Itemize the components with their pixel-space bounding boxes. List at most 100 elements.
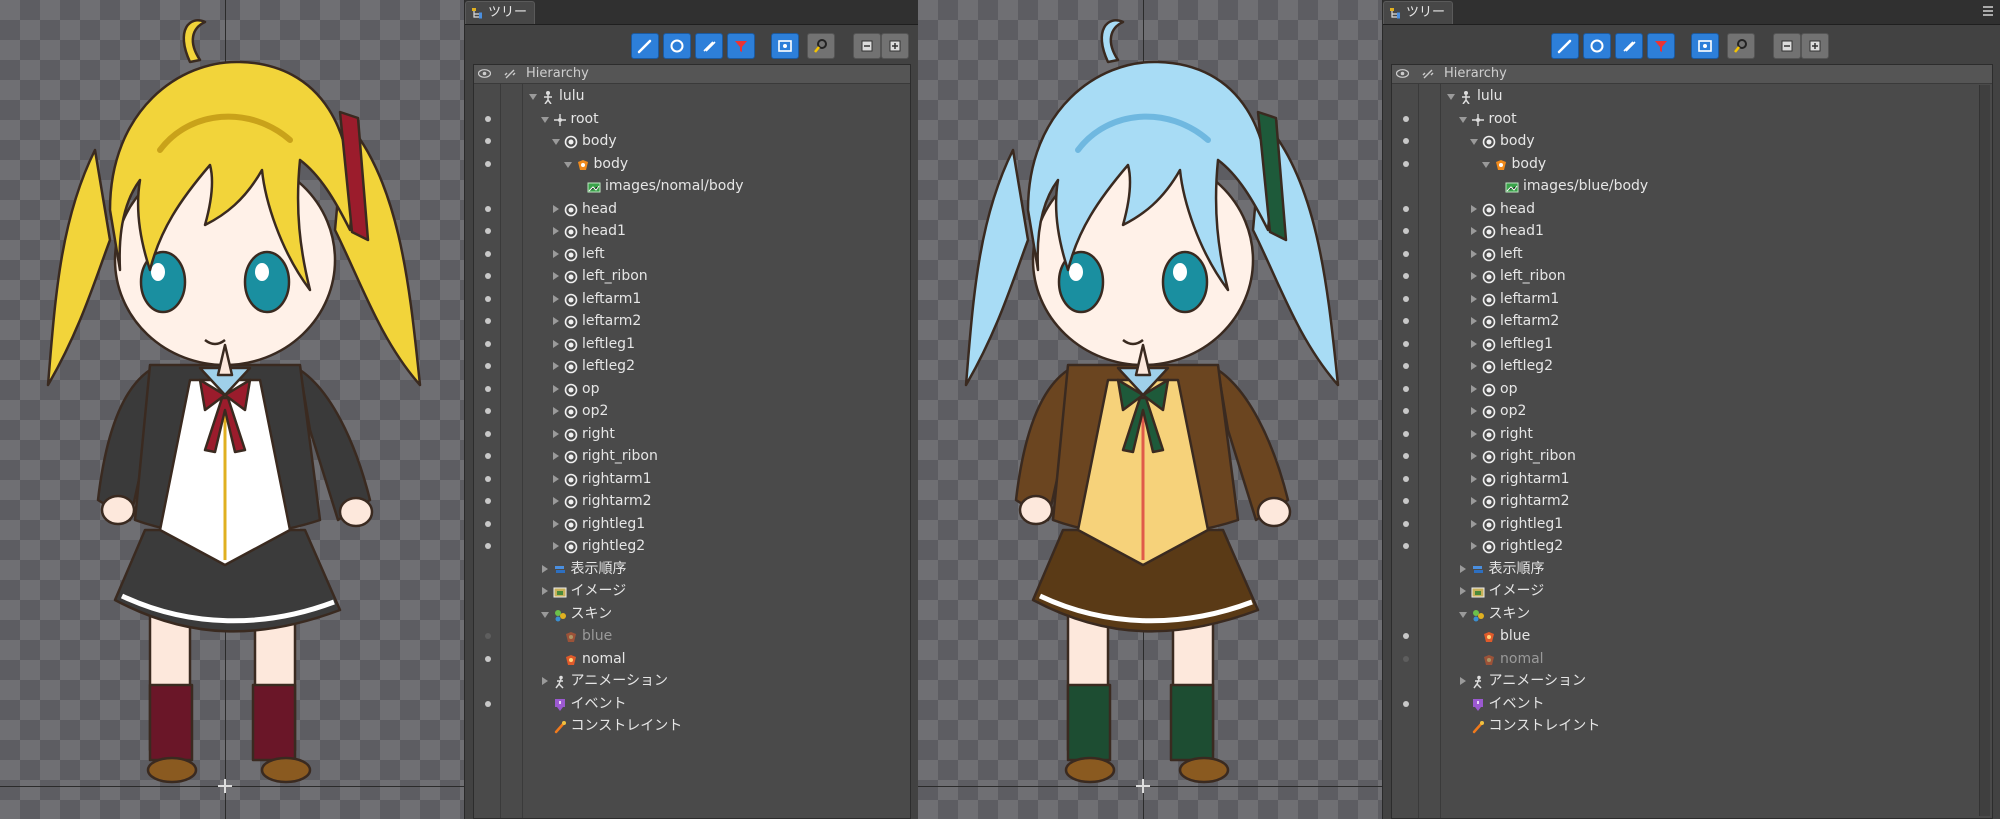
expand-arrow-icon[interactable] xyxy=(553,362,559,370)
tab-tree[interactable]: ツリー xyxy=(1383,1,1453,24)
expand-arrow-icon[interactable] xyxy=(1471,362,1477,370)
hierarchy-tree[interactable]: Hierarchy lulu root body body images/blue/bod… xyxy=(1391,64,1993,819)
tree-row[interactable]: images/nomal/body xyxy=(474,175,910,197)
visibility-dot-icon[interactable] xyxy=(485,655,491,662)
expand-arrow-icon[interactable] xyxy=(1471,519,1477,528)
expand-arrow-icon[interactable] xyxy=(1459,587,1466,595)
expand-arrow-icon[interactable] xyxy=(1471,384,1477,393)
visibility-dot-icon[interactable] xyxy=(485,295,491,302)
filter-button[interactable] xyxy=(727,33,755,59)
visibility-dot-icon[interactable] xyxy=(485,340,491,347)
expand-arrow-icon[interactable] xyxy=(1471,474,1477,483)
visibility-dot-icon[interactable] xyxy=(1403,250,1409,257)
visibility-dot-icon[interactable] xyxy=(485,160,491,167)
tree-row[interactable]: op2 xyxy=(474,400,910,422)
visibility-dot-icon[interactable] xyxy=(485,475,491,482)
visibility-dot-icon[interactable] xyxy=(1403,115,1409,122)
collapse-arrow-icon[interactable] xyxy=(1458,611,1467,618)
visibility-dot-icon[interactable] xyxy=(1403,520,1409,527)
collapse-arrow-icon[interactable] xyxy=(1458,116,1467,123)
expand-arrow-icon[interactable] xyxy=(553,407,559,415)
visibility-dot-icon[interactable] xyxy=(1403,700,1409,707)
visibility-dot-icon[interactable] xyxy=(485,700,491,707)
bone-tool-button[interactable] xyxy=(1551,33,1579,59)
visibility-dot-icon[interactable] xyxy=(1403,498,1409,504)
expand-arrow-icon[interactable] xyxy=(553,542,559,550)
tree-row[interactable]: イメージ xyxy=(474,580,910,602)
expand-arrow-icon[interactable] xyxy=(553,249,559,258)
tree-row[interactable]: rightarm2 xyxy=(1392,490,1992,512)
collapse-arrow-icon[interactable] xyxy=(529,94,537,100)
expand-arrow-icon[interactable] xyxy=(1459,677,1466,685)
tree-row[interactable]: left xyxy=(1392,243,1992,265)
visibility-dot-icon[interactable] xyxy=(485,520,491,527)
tree-row[interactable]: nomal xyxy=(1392,648,1992,670)
link-icon[interactable] xyxy=(1422,68,1434,80)
slot-tool-button[interactable] xyxy=(1583,33,1611,59)
tree-row[interactable]: leftarm2 xyxy=(474,310,910,332)
tree-row[interactable]: rightarm2 xyxy=(474,490,910,512)
tree-row[interactable]: leftarm1 xyxy=(1392,288,1992,310)
tree-row[interactable]: head1 xyxy=(1392,220,1992,242)
tree-row[interactable]: leftarm1 xyxy=(474,288,910,310)
expand-arrow-icon[interactable] xyxy=(1471,272,1477,280)
expand-arrow-icon[interactable] xyxy=(553,452,559,460)
expand-arrow-icon[interactable] xyxy=(1471,497,1477,505)
visibility-dot-icon[interactable] xyxy=(485,453,491,459)
tree-row[interactable]: left_ribon xyxy=(474,265,910,287)
tree-row[interactable]: body xyxy=(1392,153,1992,175)
link-icon[interactable] xyxy=(504,68,516,80)
tree-row[interactable]: 表示順序 xyxy=(474,558,910,580)
expand-arrow-icon[interactable] xyxy=(553,204,559,213)
expand-arrow-icon[interactable] xyxy=(1471,407,1477,415)
panel-menu-icon[interactable] xyxy=(1983,6,1993,16)
expand-arrow-icon[interactable] xyxy=(1471,317,1477,325)
tree-row[interactable]: left xyxy=(474,243,910,265)
visibility-dot-icon[interactable] xyxy=(485,250,491,257)
expand-arrow-icon[interactable] xyxy=(541,564,548,573)
visibility-dot-icon[interactable] xyxy=(1403,318,1409,324)
expand-arrow-icon[interactable] xyxy=(1471,249,1477,258)
visibility-dot-icon[interactable] xyxy=(485,228,491,234)
tree-row[interactable]: lulu xyxy=(1392,85,1992,107)
hierarchy-tree[interactable]: Hierarchy lulu root body body images/nomal/bo… xyxy=(473,64,911,819)
tree-row[interactable]: right_ribon xyxy=(1392,445,1992,467)
visibility-dot-icon[interactable] xyxy=(1403,138,1409,144)
collapse-button[interactable] xyxy=(1773,33,1801,59)
tree-row[interactable]: イベント xyxy=(1392,693,1992,715)
tree-row[interactable]: right xyxy=(474,423,910,445)
tree-row[interactable]: rightleg1 xyxy=(474,513,910,535)
tree-row[interactable]: nomal xyxy=(474,648,910,670)
tree-row[interactable]: body xyxy=(1392,130,1992,152)
visibility-dot-icon[interactable] xyxy=(1403,160,1409,167)
visibility-dot-icon[interactable] xyxy=(485,543,491,549)
expand-arrow-icon[interactable] xyxy=(553,429,559,438)
tree-row[interactable]: head1 xyxy=(474,220,910,242)
visibility-dot-icon[interactable] xyxy=(1403,430,1409,437)
expand-arrow-icon[interactable] xyxy=(1471,294,1477,303)
expand-arrow-icon[interactable] xyxy=(541,587,548,595)
tree-row[interactable]: op2 xyxy=(1392,400,1992,422)
expand-arrow-icon[interactable] xyxy=(1471,452,1477,460)
expand-arrow-icon[interactable] xyxy=(553,227,559,235)
visibility-dot-icon[interactable] xyxy=(485,430,491,437)
tree-row[interactable]: right_ribon xyxy=(474,445,910,467)
visibility-dot-icon[interactable] xyxy=(485,273,491,279)
collapse-arrow-icon[interactable] xyxy=(563,161,572,168)
tree-row[interactable]: leftleg1 xyxy=(1392,333,1992,355)
tree-row[interactable]: rightleg1 xyxy=(1392,513,1992,535)
visibility-dot-icon[interactable] xyxy=(485,115,491,122)
frame-view-button[interactable] xyxy=(1691,33,1719,59)
visibility-dot-icon[interactable] xyxy=(1403,340,1409,347)
tree-row[interactable]: blue xyxy=(1392,625,1992,647)
tree-row[interactable]: leftleg1 xyxy=(474,333,910,355)
expand-arrow-icon[interactable] xyxy=(553,384,559,393)
character-lulu-blue[interactable] xyxy=(918,0,1382,819)
tree-row[interactable]: アニメーション xyxy=(474,670,910,692)
tree-row[interactable]: rightleg2 xyxy=(474,535,910,557)
expand-arrow-icon[interactable] xyxy=(1471,542,1477,550)
tree-row[interactable]: left_ribon xyxy=(1392,265,1992,287)
bone-tool-button[interactable] xyxy=(631,33,659,59)
tree-row[interactable]: コンストレイント xyxy=(1392,715,1992,737)
tree-scrollbar[interactable] xyxy=(1979,85,1990,816)
